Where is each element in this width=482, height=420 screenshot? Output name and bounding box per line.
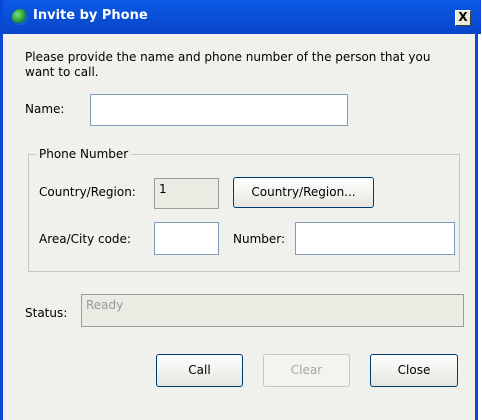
instructions-text: Please provide the name and phone number… [25, 50, 431, 79]
country-code-field: 1 [154, 178, 219, 209]
title-bar: Invite by Phone X [3, 0, 481, 34]
invite-by-phone-dialog: Invite by Phone X Please provide the nam… [0, 0, 481, 420]
window-title: Invite by Phone [33, 8, 148, 23]
area-city-code-input[interactable] [154, 222, 219, 255]
country-region-button[interactable]: Country/Region... [233, 177, 374, 208]
area-city-code-label: Area/City code: [39, 232, 131, 246]
close-window-button[interactable]: X [455, 10, 471, 26]
country-region-label: Country/Region: [39, 185, 136, 199]
call-button[interactable]: Call [156, 354, 243, 387]
name-input[interactable] [90, 94, 348, 126]
close-button[interactable]: Close [370, 354, 458, 387]
globe-icon [12, 9, 28, 25]
name-label: Name: [25, 102, 65, 116]
number-input[interactable] [295, 222, 455, 255]
status-field: Ready [81, 294, 464, 327]
number-label: Number: [233, 232, 286, 246]
status-label: Status: [25, 306, 68, 320]
phone-number-legend: Phone Number [36, 147, 132, 161]
clear-button[interactable]: Clear [263, 354, 350, 387]
